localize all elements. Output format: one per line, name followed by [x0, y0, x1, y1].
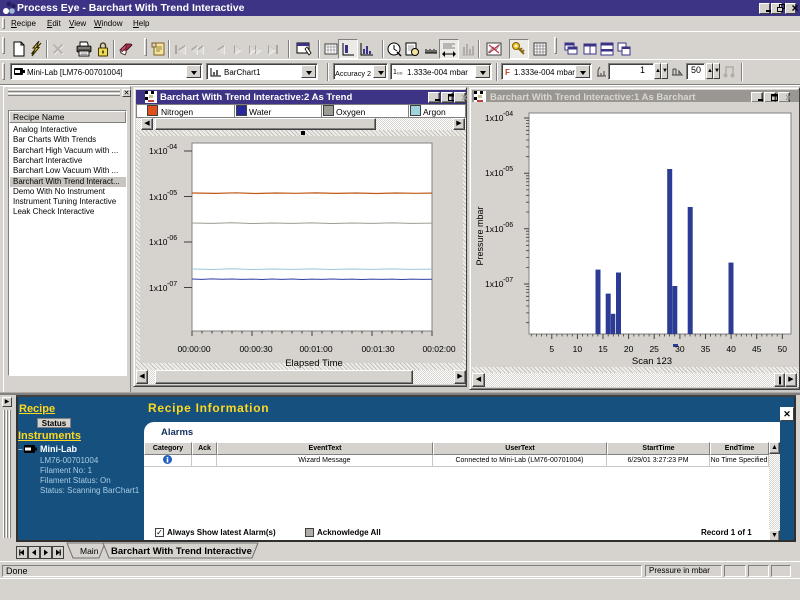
svg-text:35: 35 [701, 344, 711, 354]
svg-text:1x10: 1x10 [149, 146, 168, 156]
svg-text:Main: Main [80, 546, 99, 556]
svg-text:-07: -07 [503, 277, 513, 284]
svg-text:Elapsed Time: Elapsed Time [285, 358, 343, 369]
svg-text:-07: -07 [167, 281, 177, 288]
svg-text:40: 40 [726, 344, 736, 354]
svg-text:1x10: 1x10 [149, 283, 168, 293]
svg-text:1x10: 1x10 [485, 279, 504, 289]
svg-text:-04: -04 [503, 111, 513, 118]
svg-text:-06: -06 [503, 222, 513, 229]
svg-text:Barchart With Trend Interactiv: Barchart With Trend Interactive [111, 546, 252, 557]
svg-text:-04: -04 [167, 144, 177, 151]
svg-text:45: 45 [752, 344, 762, 354]
svg-text:10: 10 [573, 344, 583, 354]
svg-text:-06: -06 [167, 235, 177, 242]
svg-text:1x10: 1x10 [485, 224, 504, 234]
svg-text:15: 15 [598, 344, 608, 354]
svg-text:00:01:00: 00:01:00 [299, 344, 332, 354]
svg-text:20: 20 [624, 344, 634, 354]
svg-text:5: 5 [549, 344, 554, 354]
svg-text:1x10: 1x10 [485, 113, 504, 123]
svg-text:Scan 123: Scan 123 [632, 356, 672, 367]
svg-text:1x10: 1x10 [149, 192, 168, 202]
svg-text:25: 25 [649, 344, 659, 354]
svg-text:00:02:00: 00:02:00 [422, 344, 455, 354]
svg-text:-05: -05 [167, 190, 177, 197]
svg-text:50: 50 [778, 344, 788, 354]
svg-text:-05: -05 [503, 166, 513, 173]
svg-text:Pressure mbar: Pressure mbar [475, 206, 485, 265]
svg-text:1x10: 1x10 [149, 237, 168, 247]
svg-text:30: 30 [675, 344, 685, 354]
svg-text:00:00:30: 00:00:30 [239, 344, 272, 354]
svg-text:00:00:00: 00:00:00 [177, 344, 210, 354]
svg-text:00:01:30: 00:01:30 [361, 344, 394, 354]
svg-text:1x10: 1x10 [485, 168, 504, 178]
